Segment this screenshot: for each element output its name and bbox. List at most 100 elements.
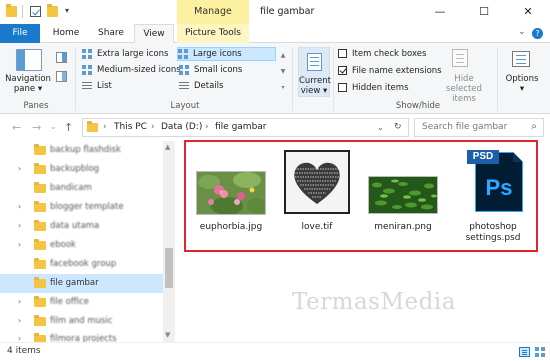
file-name-extensions-label: File name extensions (352, 66, 442, 76)
options-label: Options (505, 74, 539, 84)
navigation-scrollbar[interactable]: ▲ ▼ (163, 141, 175, 342)
folder-icon (34, 296, 46, 307)
navigation-pane-icon[interactable] (16, 49, 42, 71)
item-check-boxes-toggle[interactable]: Item check boxes (338, 48, 426, 60)
file-item-meniran[interactable]: meniran.png (362, 150, 444, 250)
large-icons-view-toggle-icon[interactable] (535, 347, 546, 357)
manage-context-tab[interactable]: Manage (177, 0, 249, 24)
new-folder-icon[interactable] (47, 4, 58, 17)
layout-medium-icons[interactable]: Medium-sized icons (82, 64, 181, 76)
maximize-button[interactable]: ☐ (462, 0, 506, 24)
folder-icon (6, 4, 17, 17)
layout-small-icons[interactable]: Small icons (179, 64, 242, 76)
expand-chevron-icon[interactable]: › (18, 316, 21, 325)
address-dropdown-icon[interactable]: ⌄ (377, 119, 384, 136)
close-button[interactable]: ✕ (506, 0, 550, 24)
options-button[interactable]: Options ▾ (502, 74, 542, 94)
search-input[interactable]: Search file gambar ⌕ (414, 118, 544, 137)
item-count: 4 items (7, 346, 41, 356)
layout-details[interactable]: Details (179, 80, 223, 92)
help-icon[interactable]: ? (532, 28, 543, 39)
collapse-ribbon-icon[interactable]: ⌄ (518, 27, 526, 37)
up-arrow-icon[interactable]: ↑ (64, 121, 73, 134)
file-item-euphorbia[interactable]: euphorbia.jpg (190, 150, 272, 250)
tab-picture-tools[interactable]: Picture Tools (177, 24, 249, 43)
sidebar-item-bandicam[interactable]: bandicam (0, 179, 163, 198)
window-title: file gambar (260, 6, 315, 17)
sidebar-item-film-and-music[interactable]: › film and music (0, 312, 163, 331)
sidebar-item-facebook-group[interactable]: facebook group (0, 255, 163, 274)
breadcrumb-file-gambar[interactable]: file gambar (215, 119, 267, 136)
breadcrumb-separator[interactable]: › (103, 119, 107, 136)
psd-badge: PSD (467, 150, 499, 164)
customize-quick-access-icon[interactable]: ▾ (65, 6, 69, 15)
expand-chevron-icon[interactable]: › (18, 164, 21, 173)
layout-option-label: List (97, 81, 112, 91)
scroll-up-icon[interactable]: ▲ (165, 143, 170, 151)
current-view-button[interactable]: Current view ▾ (298, 47, 331, 97)
sidebar-item-blogger-template[interactable]: › blogger template (0, 198, 163, 217)
recent-locations-icon[interactable]: ⌄ (50, 122, 57, 131)
sidebar-item-ebook[interactable]: › ebook (0, 236, 163, 255)
file-name-extensions-checkbox[interactable] (338, 66, 347, 75)
layout-extra-large-icons[interactable]: Extra large icons (82, 48, 168, 60)
layout-option-label: Large icons (193, 49, 242, 59)
expand-chevron-icon[interactable]: › (18, 240, 21, 249)
hide-selected-items-icon (452, 49, 468, 67)
image-thumbnail (368, 176, 438, 214)
expand-chevron-icon[interactable]: › (18, 221, 21, 230)
photo-flowers-image (197, 172, 265, 214)
navigation-pane-button[interactable]: Navigation pane ▾ (4, 74, 52, 94)
breadcrumb-this-pc[interactable]: This PC (114, 119, 147, 136)
layout-list[interactable]: List (82, 80, 112, 92)
breadcrumb-separator[interactable]: › (151, 119, 155, 136)
hide-selected-items-button[interactable]: Hide selected items (436, 74, 492, 104)
sidebar-item-data-utama[interactable]: › data utama (0, 217, 163, 236)
breadcrumb-separator[interactable]: › (205, 119, 209, 136)
search-icon[interactable]: ⌕ (531, 121, 537, 132)
folder-icon (34, 315, 46, 326)
details-view-toggle-icon[interactable] (519, 347, 530, 357)
sidebar-item-backup-flashdisk[interactable]: backup flashdisk (0, 141, 163, 160)
address-box[interactable]: › This PC › Data (D:) › file gambar ⌄ ↻ (82, 118, 409, 137)
layout-large-icons[interactable]: Large icons (177, 47, 276, 61)
options-icon (512, 51, 530, 67)
expand-chevron-icon[interactable]: › (18, 297, 21, 306)
hidden-items-checkbox[interactable] (338, 83, 347, 92)
details-pane-icon[interactable] (56, 71, 67, 82)
address-bar: ← → ⌄ ↑ › This PC › Data (D:) › file gam… (0, 114, 550, 141)
tab-view[interactable]: View (134, 24, 174, 44)
photoshop-file-icon: Ps PSD (461, 150, 525, 214)
back-arrow-icon[interactable]: ← (12, 121, 21, 134)
tab-file[interactable]: File (0, 24, 40, 43)
preview-pane-icon[interactable] (56, 52, 67, 63)
layout-gallery-scroll[interactable]: ▲ ▼ ▾ (278, 48, 288, 98)
tab-home[interactable]: Home (46, 24, 86, 43)
refresh-icon[interactable]: ↻ (394, 119, 402, 136)
search-placeholder: Search file gambar (422, 122, 508, 132)
scroll-down-icon[interactable]: ▼ (165, 331, 170, 339)
expand-chevron-icon[interactable]: › (18, 202, 21, 211)
file-item-photoshop-settings[interactable]: Ps PSD photoshop settings.psd (452, 150, 534, 250)
sidebar-item-backupblog[interactable]: › backupblog (0, 160, 163, 179)
minimize-button[interactable]: — (418, 0, 462, 24)
breadcrumb-data-d[interactable]: Data (D:) (161, 119, 202, 136)
divider (333, 47, 334, 111)
file-item-love[interactable]: love.tif (276, 150, 358, 250)
hidden-items-toggle[interactable]: Hidden items (338, 82, 409, 94)
sidebar-item-label: facebook group (50, 259, 117, 269)
file-name-extensions-toggle[interactable]: File name extensions (338, 65, 442, 77)
folder-icon (34, 182, 46, 193)
sidebar-item-file-gambar[interactable]: file gambar (0, 274, 163, 293)
scrollbar-thumb[interactable] (165, 248, 173, 288)
item-check-boxes-checkbox[interactable] (338, 49, 347, 58)
sidebar-item-label: backupblog (50, 164, 100, 174)
large-icons-icon (178, 49, 189, 59)
navigation-pane-label: Navigation (5, 74, 51, 84)
current-view-icon (307, 53, 322, 71)
details-icon (179, 81, 190, 91)
properties-icon[interactable] (30, 6, 41, 17)
forward-arrow-icon[interactable]: → (32, 121, 41, 134)
tab-share[interactable]: Share (90, 24, 132, 43)
sidebar-item-file-office[interactable]: › file office (0, 293, 163, 312)
